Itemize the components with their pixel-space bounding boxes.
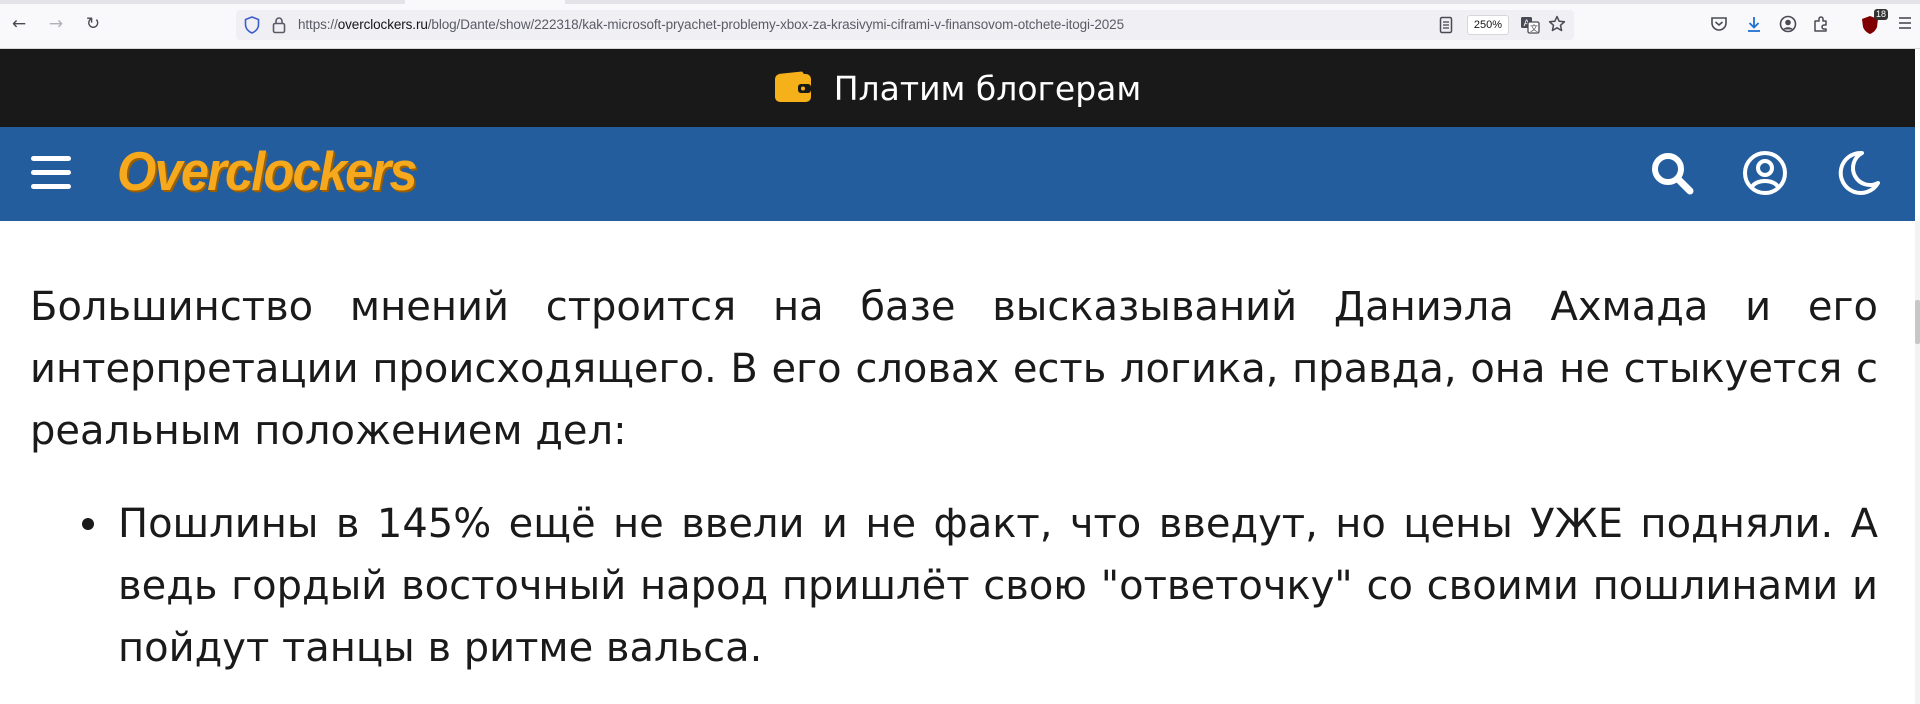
account-icon[interactable] bbox=[1779, 15, 1797, 37]
address-bar[interactable]: https://overclockers.ru/blog/Dante/show/… bbox=[236, 10, 1574, 40]
tab-strip bbox=[0, 0, 1920, 4]
wallet-icon bbox=[774, 71, 812, 107]
svg-text:文: 文 bbox=[1530, 23, 1538, 33]
hamburger-menu-icon[interactable] bbox=[31, 156, 71, 192]
bookmark-star-icon[interactable] bbox=[1548, 15, 1566, 37]
pocket-icon[interactable] bbox=[1710, 15, 1728, 37]
browser-toolbar: ← → ↻ https://overclockers.ru/blog/Dante… bbox=[0, 0, 1920, 49]
lock-icon[interactable] bbox=[272, 16, 286, 38]
site-header: Overclockers bbox=[0, 127, 1915, 221]
app-menu-icon[interactable] bbox=[1897, 15, 1913, 35]
scrollbar[interactable] bbox=[1915, 221, 1920, 704]
article-body: Большинство мнений строится на базе выск… bbox=[30, 221, 1878, 704]
search-icon[interactable] bbox=[1648, 149, 1696, 197]
list-item-text: Пошлины в 145% ещё не ввели и не факт, ч… bbox=[118, 501, 1878, 671]
downloads-icon[interactable] bbox=[1745, 15, 1763, 37]
extension-badge: 18 bbox=[1874, 9, 1889, 20]
bullet-icon bbox=[82, 518, 94, 530]
user-profile-icon[interactable] bbox=[1741, 149, 1789, 197]
dark-mode-moon-icon[interactable] bbox=[1834, 149, 1882, 197]
back-button[interactable]: ← bbox=[8, 13, 30, 35]
promo-banner[interactable]: Платим блогерам bbox=[0, 49, 1915, 127]
translate-icon[interactable]: A文 bbox=[1520, 16, 1540, 38]
scrollbar-thumb[interactable] bbox=[1915, 300, 1920, 344]
tracking-protection-shield-icon[interactable] bbox=[244, 16, 260, 38]
reader-view-icon[interactable] bbox=[1439, 16, 1453, 38]
article-paragraph: Большинство мнений строится на базе выск… bbox=[30, 284, 1878, 454]
active-tab[interactable] bbox=[405, 0, 565, 4]
site-logo[interactable]: Overclockers bbox=[117, 139, 417, 203]
promo-text[interactable]: Платим блогерам bbox=[834, 69, 1142, 108]
reload-button[interactable]: ↻ bbox=[82, 13, 104, 35]
url-text[interactable]: https://overclockers.ru/blog/Dante/show/… bbox=[298, 17, 1124, 32]
list-item: Пошлины в 145% ещё не ввели и не факт, ч… bbox=[82, 493, 1878, 679]
forward-button[interactable]: → bbox=[45, 13, 67, 35]
extensions-puzzle-icon[interactable] bbox=[1812, 15, 1830, 37]
zoom-level-button[interactable]: 250% bbox=[1467, 15, 1509, 35]
article-bullet-list: Пошлины в 145% ещё не ввели и не факт, ч… bbox=[30, 493, 1878, 679]
